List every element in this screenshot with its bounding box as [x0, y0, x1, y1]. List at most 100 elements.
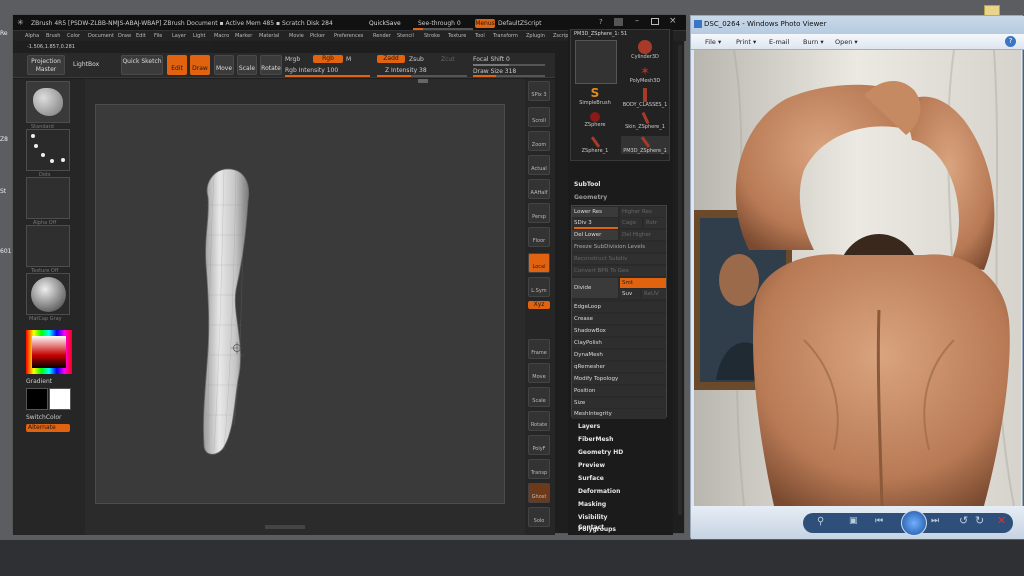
- email-menu[interactable]: E-mail: [769, 38, 789, 46]
- menu-item-material[interactable]: Material: [259, 33, 279, 39]
- quick-sketch-button[interactable]: Quick Sketch: [121, 55, 163, 75]
- geometry-hd-header[interactable]: Geometry HD: [578, 449, 623, 456]
- zoom-icon[interactable]: ⚲: [817, 516, 824, 527]
- switch-color-button[interactable]: SwitchColor: [26, 414, 62, 421]
- stroke-thumbnail[interactable]: [26, 129, 70, 171]
- menu-item-alpha[interactable]: Alpha: [25, 33, 39, 39]
- menu-item-draw[interactable]: Draw: [118, 33, 131, 39]
- quicksave-button[interactable]: QuickSave: [369, 20, 401, 27]
- menu-item-render[interactable]: Render: [373, 33, 391, 39]
- menu-item-macro[interactable]: Macro: [214, 33, 229, 39]
- smt-toggle[interactable]: Smt: [620, 278, 666, 288]
- menu-item-marker[interactable]: Marker: [235, 33, 252, 39]
- palette-item[interactable]: BODY_CLASSES_1: [621, 88, 669, 108]
- floor-button[interactable]: Floor: [528, 227, 550, 247]
- scroll-button[interactable]: Scroll: [528, 107, 550, 127]
- crease-item[interactable]: Crease: [572, 314, 666, 324]
- menu-item-picker[interactable]: Picker: [310, 33, 325, 39]
- spix-button[interactable]: SPix 3: [528, 81, 550, 101]
- menu-item-zplugin[interactable]: Zplugin: [526, 33, 545, 39]
- scale-button[interactable]: Scale: [237, 55, 257, 75]
- next-icon[interactable]: ⏭: [931, 516, 939, 526]
- menu-item-preferences[interactable]: Preferences: [334, 33, 363, 39]
- palette-item[interactable]: S SimpleBrush: [571, 86, 619, 106]
- primary-color-swatch[interactable]: [26, 388, 48, 410]
- palette-item[interactable]: Skin_ZSphere_1: [621, 111, 669, 130]
- meshintegrity-item[interactable]: MeshIntegrity: [572, 409, 666, 419]
- menu-item-transform[interactable]: Transform: [493, 33, 518, 39]
- open-menu[interactable]: Open ▾: [835, 38, 858, 46]
- ghost-button[interactable]: Ghost: [528, 483, 550, 503]
- menu-item-file[interactable]: File: [154, 33, 162, 39]
- lsym-button[interactable]: L.Sym: [528, 277, 550, 297]
- fibermesh-header[interactable]: FiberMesh: [578, 436, 613, 443]
- move-button[interactable]: Move: [214, 55, 234, 75]
- current-tool-thumbnail[interactable]: [575, 40, 617, 84]
- menu-item-layer[interactable]: Layer: [172, 33, 186, 39]
- maximize-icon[interactable]: [651, 18, 659, 25]
- burn-menu[interactable]: Burn ▾: [803, 38, 824, 46]
- menus-toggle-button[interactable]: Menus: [475, 19, 495, 28]
- desktop-icon-label[interactable]: St: [0, 188, 6, 195]
- geometry-header[interactable]: Geometry: [574, 194, 607, 201]
- palette-item[interactable]: ZSphere_1: [571, 136, 619, 154]
- palette-item[interactable]: Cylinder3D: [621, 40, 669, 60]
- higher-res-button[interactable]: Higher Res: [620, 207, 666, 217]
- menu-item-brush[interactable]: Brush: [46, 33, 60, 39]
- modify-topology-item[interactable]: Modify Topology: [572, 374, 666, 384]
- material-thumbnail[interactable]: [26, 273, 70, 315]
- polyf-button[interactable]: PolyF: [528, 435, 550, 455]
- shadowbox-item[interactable]: ShadowBox: [572, 326, 666, 336]
- slideshow-button[interactable]: [901, 510, 927, 536]
- document-canvas[interactable]: [95, 104, 505, 504]
- palette-item[interactable]: ZSphere: [571, 112, 619, 128]
- del-higher-button[interactable]: Del Higher: [620, 230, 666, 240]
- draw-button[interactable]: Draw: [190, 55, 210, 75]
- default-zscript-button[interactable]: DefaultZScript: [498, 20, 541, 27]
- preview-header[interactable]: Preview: [578, 462, 605, 469]
- mrgb-button[interactable]: Mrgb: [285, 56, 300, 63]
- aahalf-button[interactable]: AAHalf: [528, 179, 550, 199]
- zadd-button[interactable]: Zadd: [377, 55, 405, 63]
- reuv-button[interactable]: ReUV: [642, 289, 666, 299]
- palette-item[interactable]: ✶ PolyMesh3D: [621, 64, 669, 84]
- gradient-toggle[interactable]: Gradient: [26, 378, 52, 385]
- texture-thumbnail[interactable]: [26, 225, 70, 267]
- menu-item-color[interactable]: Color: [67, 33, 80, 39]
- menu-item-light[interactable]: Light: [193, 33, 205, 39]
- rgb-intensity-slider[interactable]: Rgb Intensity 100: [285, 67, 338, 74]
- previous-icon[interactable]: ⏮: [875, 516, 883, 526]
- alpha-thumbnail[interactable]: [26, 177, 70, 219]
- deformation-header[interactable]: Deformation: [578, 488, 620, 495]
- menu-item-tool[interactable]: Tool: [475, 33, 485, 39]
- tray-toggle-icon[interactable]: [614, 18, 623, 26]
- visibility-header[interactable]: Visibility: [578, 514, 607, 521]
- close-icon[interactable]: ×: [669, 16, 677, 26]
- alternate-button[interactable]: Alternate: [26, 424, 70, 432]
- lightbox-button[interactable]: LightBox: [73, 61, 99, 68]
- secondary-color-swatch[interactable]: [49, 388, 71, 410]
- menu-item-texture[interactable]: Texture: [448, 33, 466, 39]
- freeze-subdivision-button[interactable]: Freeze SubDivision Levels: [572, 242, 666, 252]
- focal-shift-slider[interactable]: Focal Shift 0: [473, 56, 510, 63]
- zsub-button[interactable]: Zsub: [409, 56, 424, 63]
- persp-button[interactable]: Persp: [528, 203, 550, 223]
- local-button[interactable]: Local: [528, 253, 550, 273]
- qremesher-item[interactable]: qRemesher: [572, 362, 666, 372]
- divide-button[interactable]: Divide: [572, 278, 618, 298]
- size-item[interactable]: Size: [572, 398, 666, 408]
- see-through-slider[interactable]: See-through 0: [418, 20, 461, 27]
- cage-button[interactable]: Cage: [620, 218, 642, 228]
- actual-button[interactable]: Actual: [528, 155, 550, 175]
- zcut-button[interactable]: Zcut: [441, 56, 455, 63]
- frame-button[interactable]: Frame: [528, 339, 550, 359]
- brush-thumbnail[interactable]: [26, 81, 70, 123]
- projection-master-button[interactable]: Projection Master: [27, 55, 65, 75]
- subtool-header[interactable]: SubTool: [574, 181, 600, 188]
- menu-item-stroke[interactable]: Stroke: [424, 33, 440, 39]
- m-button[interactable]: M: [346, 56, 351, 63]
- help-icon[interactable]: ?: [1005, 36, 1016, 47]
- lower-res-button[interactable]: Lower Res: [572, 207, 618, 217]
- transp-button[interactable]: Transp: [528, 459, 550, 479]
- zoom-button[interactable]: Zoom: [528, 131, 550, 151]
